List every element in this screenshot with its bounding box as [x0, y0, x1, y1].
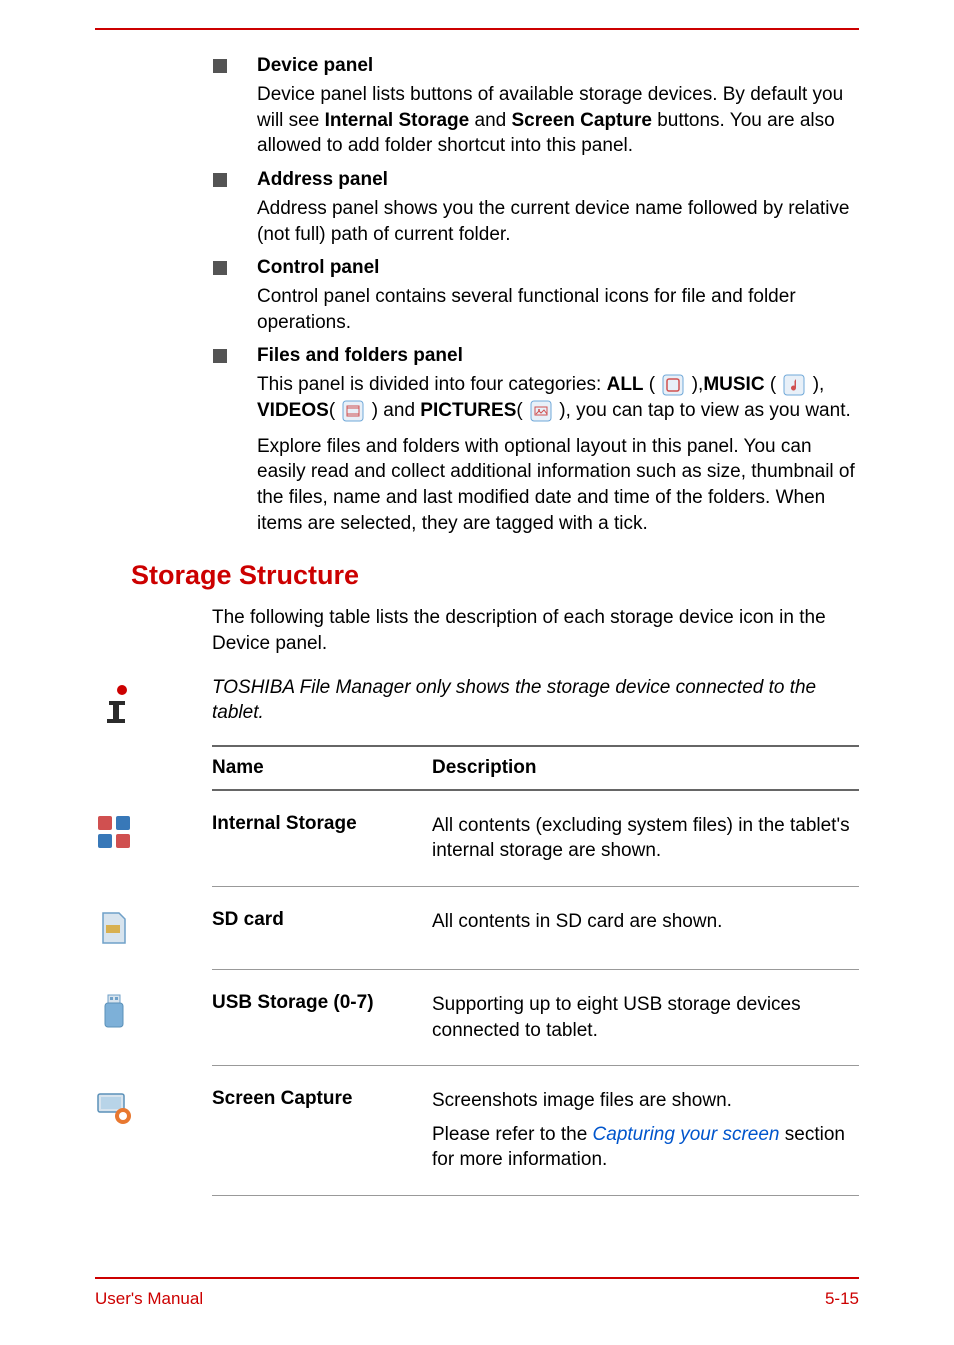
bullet-title: Device panel [257, 55, 373, 77]
internal-storage-icon [95, 813, 133, 851]
footer-row: User's Manual 5-15 [95, 1289, 859, 1309]
bullet-heading: Control panel [213, 257, 859, 279]
bullet-square-icon [213, 59, 227, 73]
bullet-square-icon [213, 349, 227, 363]
music-category-icon [783, 374, 805, 396]
bullet-square-icon [213, 261, 227, 275]
table-row: Screen Capture Screenshots image files a… [212, 1076, 859, 1185]
row-name: Internal Storage [212, 813, 432, 835]
info-icon [95, 683, 139, 727]
bullet-title: Control panel [257, 257, 379, 279]
table-row: SD card All contents in SD card are show… [212, 897, 859, 959]
row-desc: Supporting up to eight USB storage devic… [432, 992, 859, 1043]
bullet-body: Address panel shows you the current devi… [257, 196, 859, 247]
row-icon-cell [95, 813, 212, 851]
row-name: Screen Capture [212, 1088, 432, 1110]
sd-card-icon [95, 909, 133, 947]
bullet-body: This panel is divided into four categori… [257, 372, 859, 423]
row-name: SD card [212, 909, 432, 931]
table-rule [212, 1195, 859, 1196]
table-header-name: Name [212, 757, 432, 779]
footer-rule [95, 1277, 859, 1279]
table-rule [212, 745, 859, 747]
bullet-body: Device panel lists buttons of available … [257, 82, 859, 159]
bullet-heading: Device panel [213, 55, 859, 77]
bold-music: MUSIC [703, 374, 764, 395]
row-icon-cell [95, 992, 212, 1030]
link-capturing-your-screen[interactable]: Capturing your screen [593, 1124, 780, 1145]
table-header-row: Name Description [212, 757, 859, 789]
storage-table: Name Description Internal Storage All co… [212, 745, 859, 1196]
text: This panel is divided into four categori… [257, 374, 607, 395]
section-heading-storage-structure: Storage Structure [131, 560, 859, 591]
table-row: USB Storage (0-7) Supporting up to eight… [212, 980, 859, 1055]
videos-category-icon [342, 400, 364, 422]
row-desc: All contents in SD card are shown. [432, 909, 859, 935]
text: and [378, 400, 420, 421]
bold-videos: VIDEOS [257, 400, 329, 421]
desc-para2: Please refer to the Capturing your scree… [432, 1122, 859, 1173]
bullet-section-device-panel: Device panel Device panel lists buttons … [95, 55, 859, 159]
bullet-title: Files and folders panel [257, 345, 463, 367]
screen-capture-icon [95, 1088, 133, 1126]
bullet-title: Address panel [257, 169, 388, 191]
bullet-body-para2: Explore files and folders with optional … [257, 434, 859, 537]
table-header-desc: Description [432, 757, 859, 779]
top-horizontal-rule [95, 28, 859, 30]
pictures-category-icon [530, 400, 552, 422]
table-row: Internal Storage All contents (excluding… [212, 801, 859, 876]
bold-text: Internal Storage [325, 110, 470, 131]
page-content: Device panel Device panel lists buttons … [95, 55, 859, 1206]
footer-left: User's Manual [95, 1289, 203, 1309]
intro-paragraph: The following table lists the descriptio… [212, 605, 859, 656]
table-rule [212, 1065, 859, 1066]
text: Please refer to the [432, 1124, 593, 1145]
table-rule [212, 969, 859, 970]
usb-storage-icon [95, 992, 133, 1030]
bold-text: Screen Capture [512, 110, 652, 131]
info-icon-wrap [95, 675, 212, 727]
row-desc: Screenshots image files are shown. Pleas… [432, 1088, 859, 1173]
bold-pictures: PICTURES [420, 400, 516, 421]
row-icon-cell [95, 909, 212, 947]
bullet-section-control-panel: Control panel Control panel contains sev… [95, 257, 859, 335]
row-desc: All contents (excluding system files) in… [432, 813, 859, 864]
table-rule [212, 789, 859, 791]
all-category-icon [662, 374, 684, 396]
bullet-section-files-folders-panel: Files and folders panel This panel is di… [95, 345, 859, 536]
note-row: TOSHIBA File Manager only shows the stor… [95, 675, 859, 727]
row-icon-cell [95, 1088, 212, 1126]
bold-all: ALL [607, 374, 644, 395]
bullet-body: Control panel contains several functiona… [257, 284, 859, 335]
bullet-heading: Files and folders panel [213, 345, 859, 367]
text: , you can tap to view as you want. [566, 400, 851, 421]
note-text: TOSHIBA File Manager only shows the stor… [212, 675, 859, 726]
row-name: USB Storage (0-7) [212, 992, 432, 1014]
desc-para1: Screenshots image files are shown. [432, 1088, 859, 1114]
bullet-square-icon [213, 173, 227, 187]
table-rule [212, 886, 859, 887]
bullet-section-address-panel: Address panel Address panel shows you th… [95, 169, 859, 247]
page-footer: User's Manual 5-15 [95, 1277, 859, 1309]
bullet-heading: Address panel [213, 169, 859, 191]
footer-right: 5-15 [825, 1289, 859, 1309]
